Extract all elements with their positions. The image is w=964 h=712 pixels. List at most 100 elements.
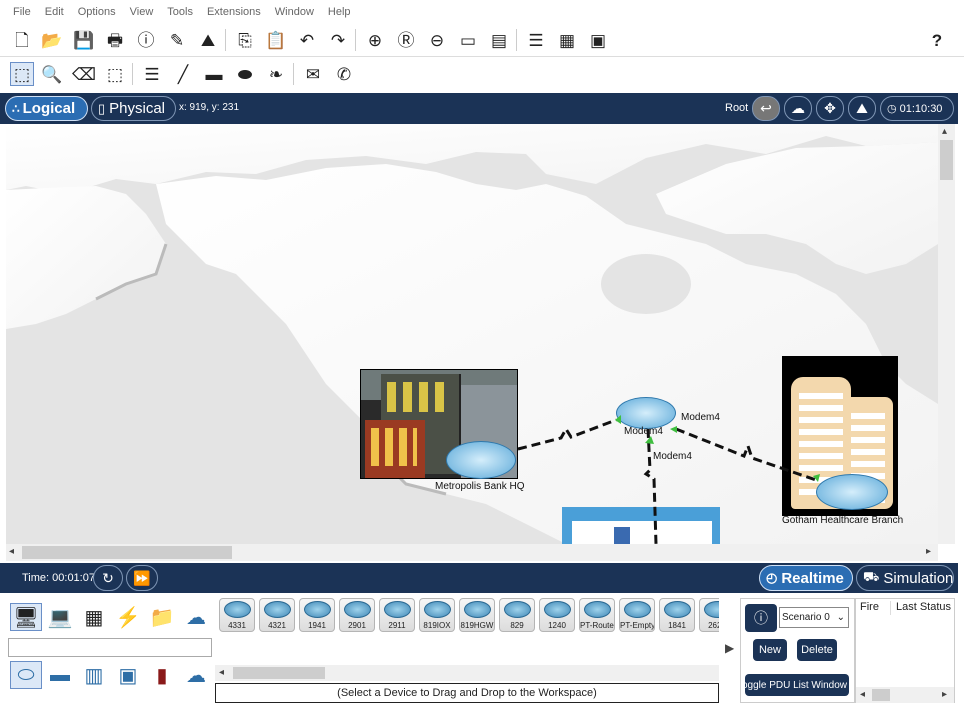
menu-item-extensions[interactable]: Extensions bbox=[207, 6, 261, 18]
menu-item-file[interactable]: File bbox=[13, 6, 31, 18]
device-829[interactable]: 829 bbox=[499, 598, 535, 632]
scenario-select[interactable]: Scenario 0 ⌄ bbox=[779, 607, 849, 628]
device-2620[interactable]: 2620 bbox=[699, 598, 719, 632]
scroll-left-icon[interactable]: ◂ bbox=[9, 546, 14, 557]
horizontal-scroll-thumb[interactable] bbox=[22, 546, 232, 559]
rectangle-icon[interactable]: ▬ bbox=[202, 62, 226, 86]
viewport-icon[interactable]: ▣ bbox=[586, 28, 610, 52]
info-icon[interactable]: ⓘ bbox=[134, 28, 158, 52]
device-1941[interactable]: 1941 bbox=[299, 598, 335, 632]
delete-scenario-button[interactable]: Delete bbox=[797, 639, 837, 661]
pdu-scrollbar[interactable]: ◂ ▸ bbox=[856, 687, 954, 703]
toggle-pdu-list-button[interactable]: Toggle PDU List Window bbox=[745, 674, 849, 696]
open-folder-icon[interactable]: 📂 bbox=[40, 28, 64, 52]
cloud-add-icon[interactable]: ☁ bbox=[784, 96, 812, 121]
background-image-icon[interactable]: ⛰ bbox=[848, 96, 876, 121]
link-internet-branch[interactable] bbox=[643, 428, 658, 544]
drawing-palette-icon[interactable]: ▭ bbox=[456, 28, 480, 52]
wan-emulation-subcategory-icon[interactable]: ☁ bbox=[180, 661, 212, 689]
expand-arrow-icon[interactable]: ▶ bbox=[725, 641, 734, 655]
link-bank-internet[interactable] bbox=[517, 418, 617, 451]
help-icon[interactable]: ? bbox=[925, 28, 949, 52]
delete-icon[interactable]: ⌫ bbox=[72, 62, 96, 86]
note-icon[interactable]: ☰ bbox=[140, 62, 164, 86]
simulation-tab[interactable]: ⛟ Simulation bbox=[856, 565, 954, 591]
modem-label-2[interactable]: Modem4 bbox=[624, 426, 663, 437]
select-icon[interactable]: ⬚ bbox=[10, 62, 34, 86]
cluster-icon[interactable]: ▦ bbox=[555, 28, 579, 52]
notes-icon[interactable]: ☰ bbox=[524, 28, 548, 52]
menu-item-options[interactable]: Options bbox=[78, 6, 116, 18]
line-icon[interactable]: ╱ bbox=[171, 62, 195, 86]
activity-wizard-icon[interactable]: ✎ bbox=[165, 28, 189, 52]
menu-item-window[interactable]: Window bbox=[275, 6, 314, 18]
zoom-out-icon[interactable]: ⊖ bbox=[425, 28, 449, 52]
menu-item-tools[interactable]: Tools bbox=[167, 6, 193, 18]
complex-pdu-icon[interactable]: ✆ bbox=[332, 62, 356, 86]
copy-icon[interactable]: ⎘ bbox=[233, 28, 257, 52]
device-1240[interactable]: 1240 bbox=[539, 598, 575, 632]
device-scroll-left-icon[interactable]: ◂ bbox=[219, 667, 224, 678]
bank-label[interactable]: Metropolis Bank HQ bbox=[435, 481, 524, 492]
realtime-tab[interactable]: ◴ Realtime bbox=[759, 565, 853, 591]
undo-icon[interactable]: ↶ bbox=[295, 28, 319, 52]
scroll-up-icon[interactable]: ▴ bbox=[942, 126, 947, 137]
scenario-info-icon[interactable]: ⓘ bbox=[745, 604, 777, 632]
components-category-icon[interactable]: ▦ bbox=[78, 603, 110, 631]
device-819iox[interactable]: 819IOX bbox=[419, 598, 455, 632]
device-2901[interactable]: 2901 bbox=[339, 598, 375, 632]
resize-icon[interactable]: ⬚ bbox=[103, 62, 127, 86]
hospital-label[interactable]: Gotham Healthcare Branch bbox=[782, 515, 903, 526]
fast-forward-icon[interactable]: ⏩ bbox=[126, 565, 158, 591]
routers-subcategory-icon[interactable]: ⬭ bbox=[10, 661, 42, 689]
simple-pdu-icon[interactable]: ✉ bbox=[301, 62, 325, 86]
print-icon[interactable]: 🖶 bbox=[103, 28, 127, 52]
pdu-scroll-right-icon[interactable]: ▸ bbox=[942, 689, 947, 700]
zoom-in-icon[interactable]: ⊕ bbox=[363, 28, 387, 52]
inspect-icon[interactable]: 🔍 bbox=[40, 62, 64, 86]
vertical-scrollbar[interactable]: ▴ bbox=[938, 124, 955, 544]
menu-item-edit[interactable]: Edit bbox=[45, 6, 64, 18]
device-819hgw[interactable]: 819HGW bbox=[459, 598, 495, 632]
switches-subcategory-icon[interactable]: ▬ bbox=[44, 661, 76, 689]
device-4331[interactable]: 4331 bbox=[219, 598, 255, 632]
device-list-scrollbar[interactable]: ◂ bbox=[215, 665, 719, 681]
new-scenario-button[interactable]: New bbox=[753, 639, 787, 661]
save-icon[interactable]: 💾 bbox=[72, 28, 96, 52]
device-1841[interactable]: 1841 bbox=[659, 598, 695, 632]
back-icon[interactable]: ↩ bbox=[752, 96, 780, 121]
freeform-icon[interactable]: ❧ bbox=[264, 62, 288, 86]
physical-tab[interactable]: ▯ Physical bbox=[91, 96, 176, 121]
menu-item-view[interactable]: View bbox=[130, 6, 154, 18]
modem-label-1[interactable]: Modem4 bbox=[681, 412, 720, 423]
menu-item-help[interactable]: Help bbox=[328, 6, 351, 18]
security-subcategory-icon[interactable]: ▮ bbox=[146, 661, 178, 689]
wireless-subcategory-icon[interactable]: ▣ bbox=[112, 661, 144, 689]
custom-device-icon[interactable]: ▤ bbox=[487, 28, 511, 52]
hubs-subcategory-icon[interactable]: ▥ bbox=[78, 661, 110, 689]
device-scroll-thumb[interactable] bbox=[233, 667, 325, 679]
paste-icon[interactable]: 📋 bbox=[264, 28, 288, 52]
modem-label-3[interactable]: Modem4 bbox=[653, 451, 692, 462]
redo-icon[interactable]: ↷ bbox=[326, 28, 350, 52]
new-file-icon[interactable]: 🗋 bbox=[10, 28, 34, 52]
scroll-right-icon[interactable]: ▸ bbox=[926, 546, 931, 557]
zoom-reset-icon[interactable]: Ⓡ bbox=[394, 28, 418, 52]
clock-button[interactable]: ◷ 01:10:30 bbox=[880, 96, 954, 121]
power-cycle-icon[interactable]: ↻ bbox=[93, 565, 123, 591]
device-pt-router[interactable]: PT-Router bbox=[579, 598, 615, 632]
move-icon[interactable]: ✥ bbox=[816, 96, 844, 121]
logical-tab[interactable]: ∴ Logical bbox=[5, 96, 88, 121]
network-devices-category-icon[interactable]: 🖥 bbox=[10, 603, 42, 631]
connections-category-icon[interactable]: ⚡ bbox=[112, 603, 144, 631]
device-2911[interactable]: 2911 bbox=[379, 598, 415, 632]
ellipse-icon[interactable]: ⬬ bbox=[233, 62, 257, 86]
pdu-scroll-left-icon[interactable]: ◂ bbox=[860, 689, 865, 700]
misc-category-icon[interactable]: 📁 bbox=[146, 603, 178, 631]
vertical-scroll-thumb[interactable] bbox=[940, 140, 953, 180]
pdu-scroll-thumb[interactable] bbox=[872, 689, 890, 701]
end-devices-category-icon[interactable]: 💻 bbox=[44, 603, 76, 631]
pt-logo-icon[interactable]: ⛰ bbox=[196, 28, 220, 52]
horizontal-scrollbar[interactable]: ◂ ▸ bbox=[6, 544, 938, 561]
device-pt-empty[interactable]: PT-Empty bbox=[619, 598, 655, 632]
